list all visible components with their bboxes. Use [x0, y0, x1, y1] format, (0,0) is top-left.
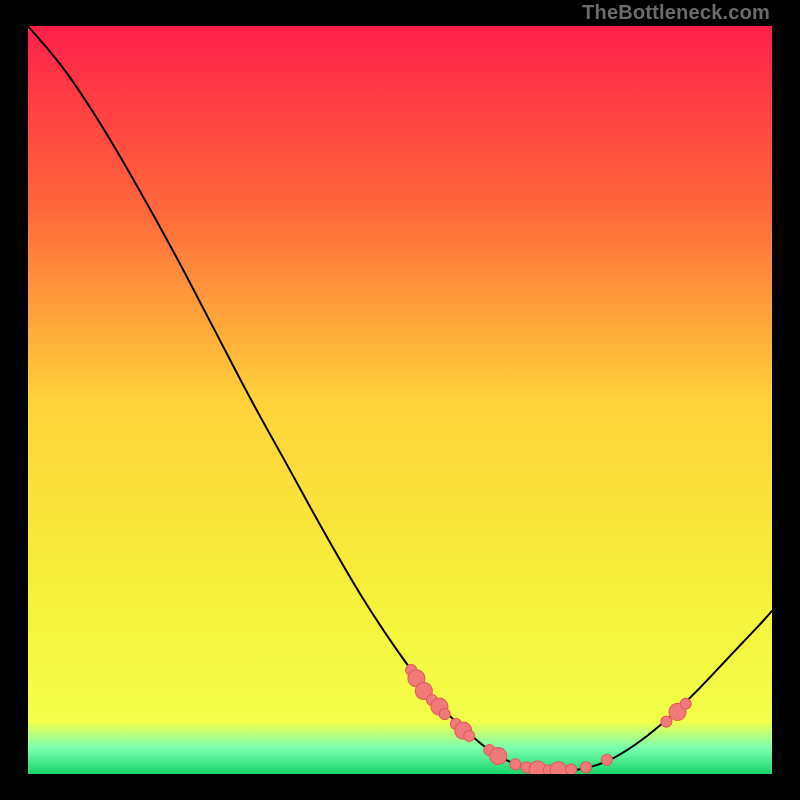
data-marker [550, 762, 567, 774]
data-marker [464, 730, 475, 741]
data-marker [661, 716, 672, 727]
data-marker [680, 698, 691, 709]
attribution-label: TheBottleneck.com [582, 2, 770, 25]
data-marker [510, 759, 521, 770]
data-marker [566, 764, 577, 774]
gradient-background [28, 26, 772, 774]
chart-stage: TheBottleneck.com [0, 0, 800, 800]
data-marker [439, 709, 450, 720]
data-marker [581, 762, 592, 773]
data-marker [601, 754, 612, 765]
data-marker [490, 748, 507, 765]
bottleneck-curve-chart [28, 26, 772, 774]
